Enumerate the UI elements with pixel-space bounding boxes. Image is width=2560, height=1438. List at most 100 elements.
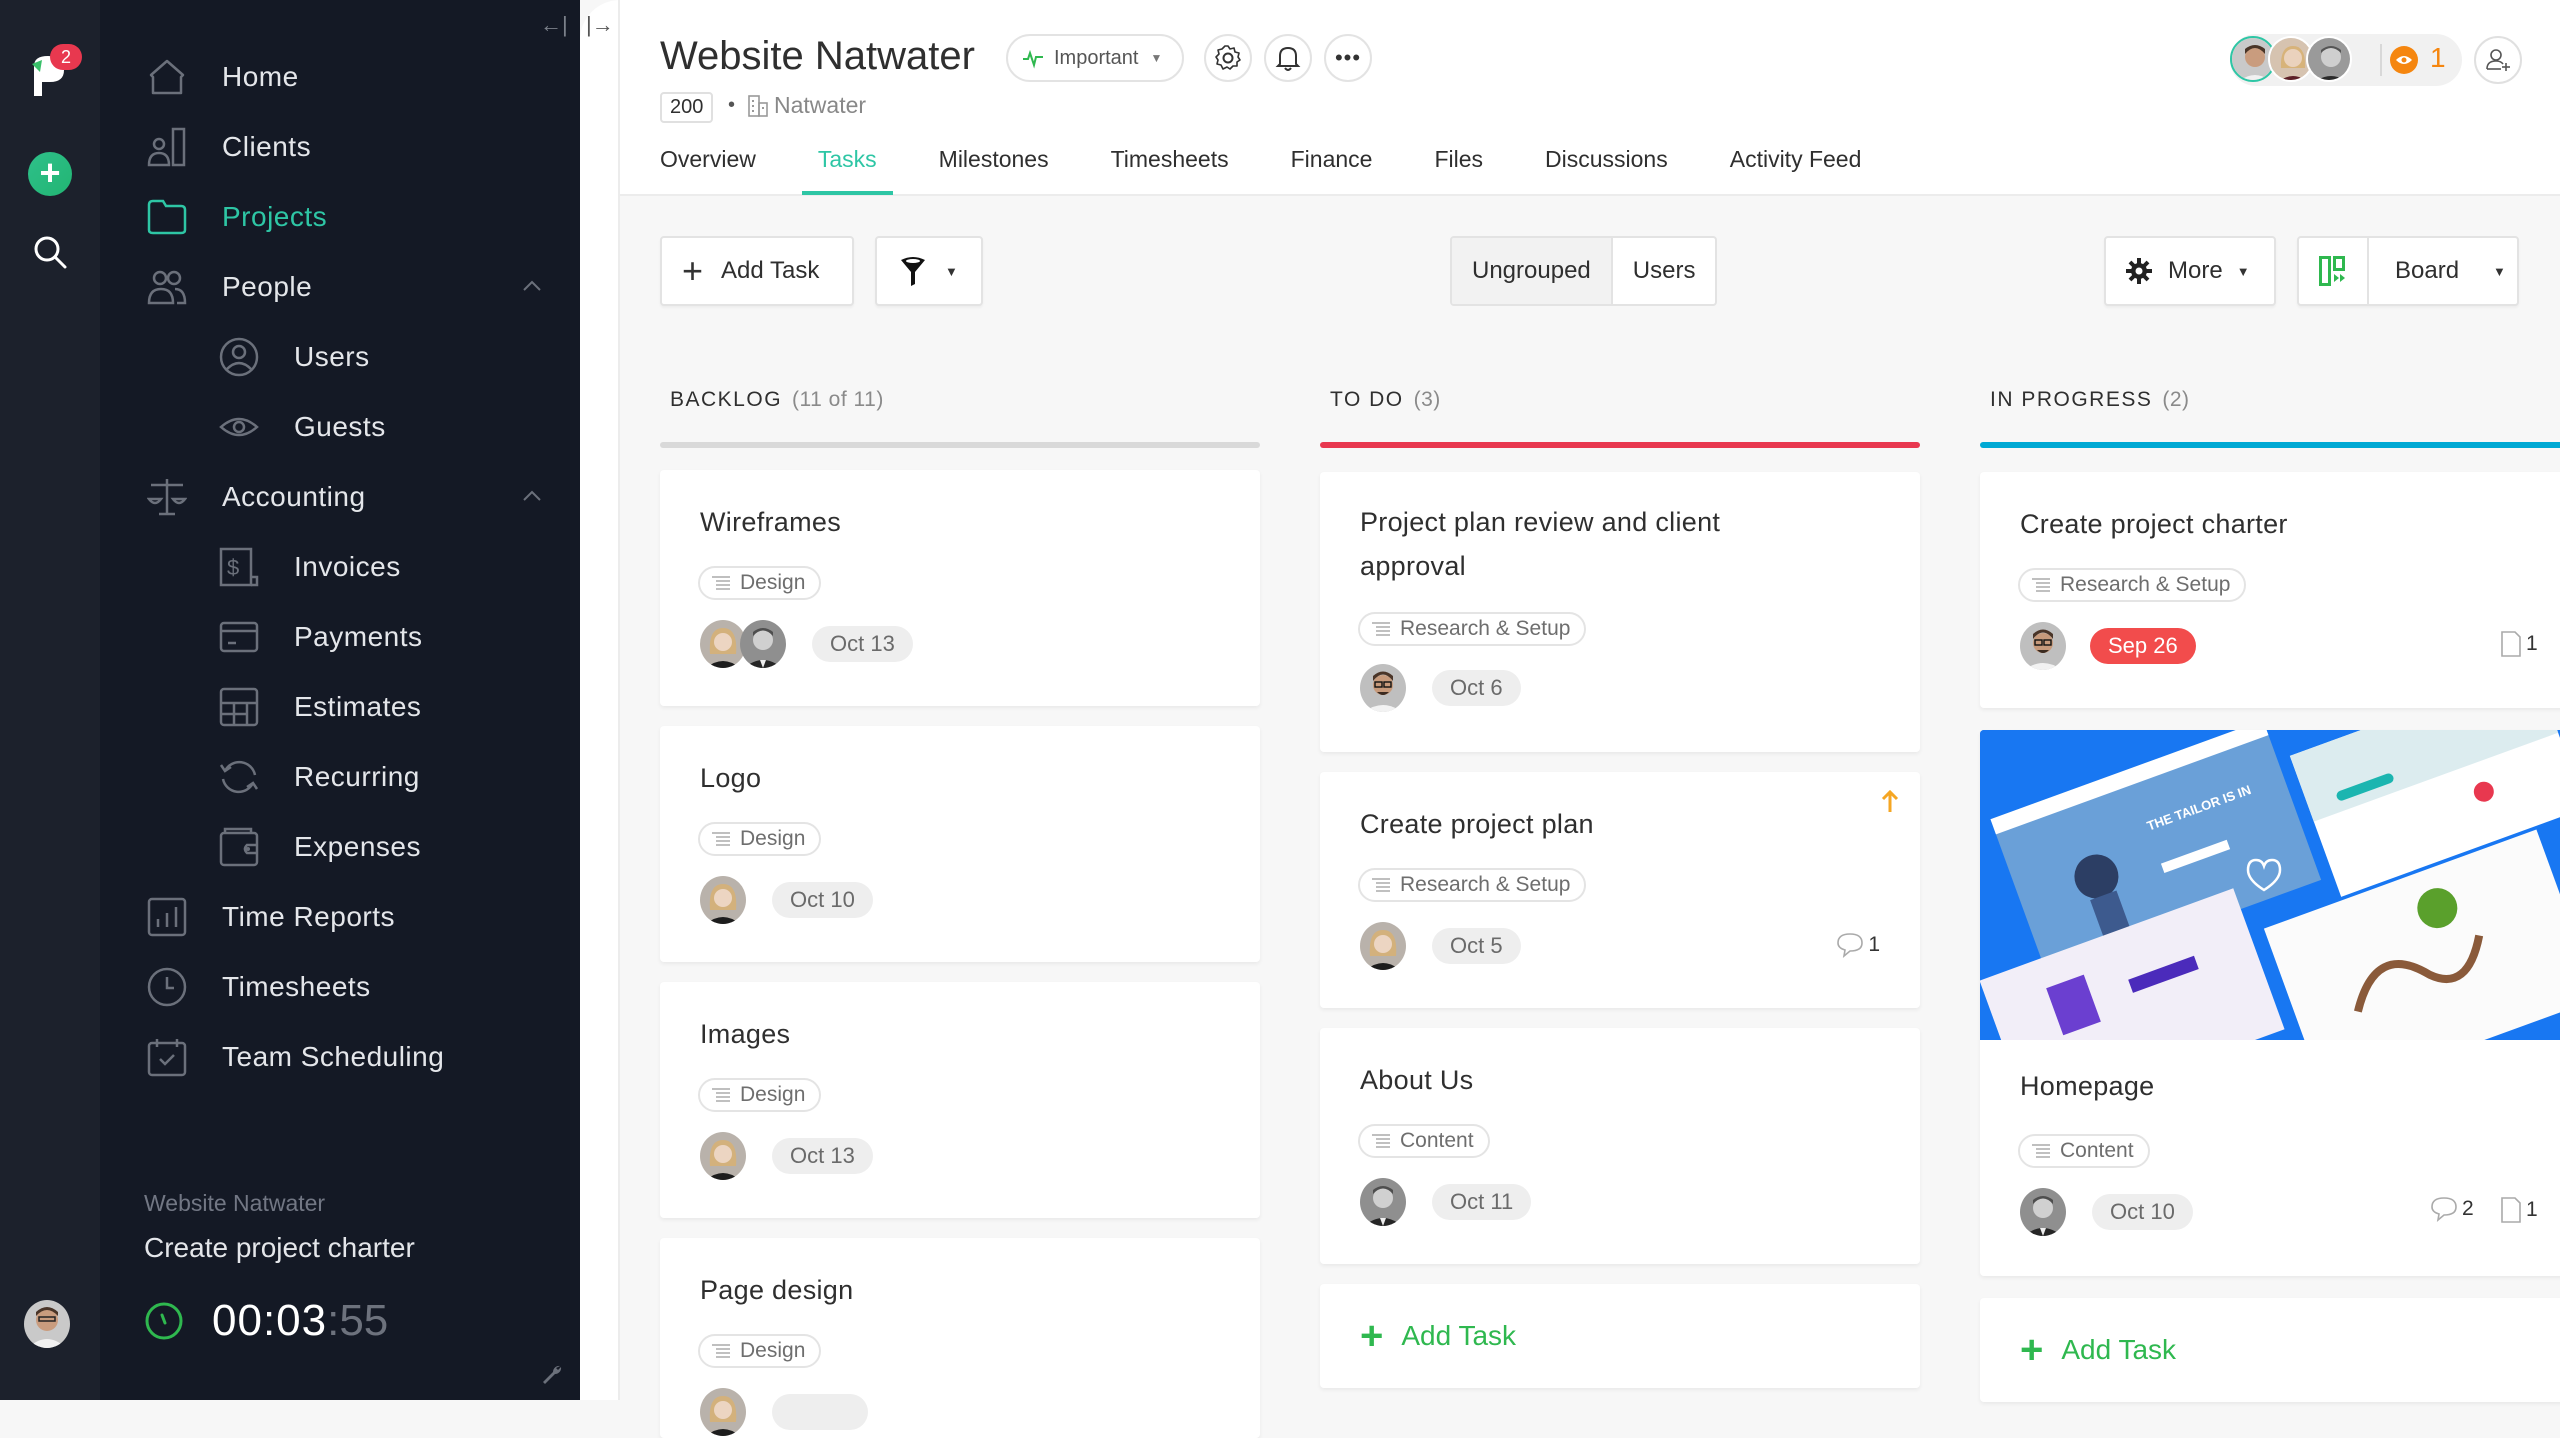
tab-activity-feed[interactable]: Activity Feed	[1730, 146, 1862, 187]
group-ungrouped[interactable]: Ungrouped	[1452, 238, 1613, 304]
chevron-up-icon[interactable]	[520, 274, 544, 298]
expand-sidebar-icon[interactable]: |→	[586, 12, 614, 38]
task-card[interactable]: Create project plan Research & Setup Oct…	[1320, 772, 1920, 1008]
task-list-tag[interactable]: Content	[1358, 1124, 1490, 1158]
due-date[interactable]: Oct 5	[1432, 928, 1521, 964]
current-user-avatar[interactable]	[24, 1300, 70, 1348]
task-cover-image[interactable]: THE TAILOR IS IN	[1980, 730, 2560, 1040]
due-date[interactable]: Oct 10	[2092, 1194, 2193, 1230]
wrench-icon[interactable]	[540, 1362, 564, 1386]
add-task-todo-button[interactable]: + Add Task	[1320, 1284, 1920, 1388]
tab-tasks[interactable]: Tasks	[801, 146, 893, 195]
due-date[interactable]: Oct 11	[1432, 1184, 1532, 1220]
assignee-avatar[interactable]	[700, 1388, 746, 1436]
assignee-avatar[interactable]	[740, 620, 786, 668]
sidebar-item-estimates[interactable]: Estimates	[218, 682, 421, 732]
task-title[interactable]: Create project plan	[1360, 802, 1594, 846]
tab-files[interactable]: Files	[1434, 146, 1483, 187]
task-list-tag[interactable]: Design	[698, 1334, 822, 1368]
assignee-avatar[interactable]	[700, 876, 746, 924]
task-list-tag[interactable]: Design	[698, 822, 822, 856]
task-card[interactable]: Project plan review and client approval …	[1320, 472, 1920, 752]
files-count[interactable]: 1	[2500, 630, 2538, 658]
task-card[interactable]: Page design Design	[660, 1238, 1260, 1438]
sidebar-item-time-reports[interactable]: Time Reports	[146, 892, 395, 942]
timer-project-name[interactable]: Website Natwater	[144, 1190, 325, 1217]
tab-timesheets[interactable]: Timesheets	[1111, 146, 1229, 187]
tab-milestones[interactable]: Milestones	[939, 146, 1049, 187]
sidebar-item-people[interactable]: People	[146, 262, 312, 312]
add-task-in-progress-button[interactable]: + Add Task	[1980, 1298, 2560, 1402]
sidebar-item-recurring[interactable]: Recurring	[218, 752, 420, 802]
search-icon[interactable]	[32, 234, 68, 270]
tab-discussions[interactable]: Discussions	[1545, 146, 1668, 187]
assignee-avatar[interactable]	[1360, 664, 1406, 712]
view-switcher[interactable]: Board ▼	[2297, 236, 2519, 306]
comments-count[interactable]: 2	[2430, 1196, 2474, 1222]
chevron-up-icon[interactable]	[520, 484, 544, 508]
due-date[interactable]: Oct 10	[772, 882, 873, 918]
due-date[interactable]: Oct 13	[812, 626, 913, 662]
sidebar-item-expenses[interactable]: Expenses	[218, 822, 421, 872]
sidebar-item-payments[interactable]: Payments	[218, 612, 423, 662]
comments-count[interactable]: 1	[1836, 932, 1880, 958]
client-link[interactable]: Natwater	[748, 92, 866, 119]
group-users[interactable]: Users	[1613, 238, 1716, 304]
notifications-button[interactable]	[1264, 34, 1312, 82]
tab-overview[interactable]: Overview	[660, 146, 756, 187]
sidebar-item-guests[interactable]: Guests	[218, 402, 386, 452]
settings-button[interactable]	[1204, 34, 1252, 82]
add-task-button[interactable]: + Add Task	[660, 236, 854, 306]
sidebar-item-home[interactable]: Home	[146, 52, 299, 102]
assignee-avatar[interactable]	[2020, 1188, 2066, 1236]
task-card[interactable]: THE TAILOR IS IN Homepage Content Oct 10…	[1980, 730, 2560, 1276]
task-list-tag[interactable]: Design	[698, 1078, 822, 1112]
due-date[interactable]	[772, 1394, 868, 1430]
task-title[interactable]: About Us	[1360, 1058, 1473, 1102]
sidebar-item-accounting[interactable]: Accounting	[146, 472, 366, 522]
sidebar-item-team-scheduling[interactable]: Team Scheduling	[146, 1032, 444, 1082]
task-card[interactable]: Create project charter Research & Setup …	[1980, 472, 2560, 708]
task-title[interactable]: Page design	[700, 1268, 853, 1312]
board-view-icon[interactable]	[2299, 238, 2369, 304]
more-options-button[interactable]: •••	[1324, 34, 1372, 82]
project-members[interactable]: 1	[2230, 34, 2462, 86]
task-title[interactable]: Wireframes	[700, 500, 841, 544]
quick-add-button[interactable]: +	[28, 152, 72, 196]
task-title[interactable]: Create project charter	[2020, 502, 2288, 546]
task-title[interactable]: Logo	[700, 756, 761, 800]
notification-badge[interactable]: 2	[50, 44, 82, 70]
task-list-tag[interactable]: Content	[2018, 1134, 2150, 1168]
task-card[interactable]: Wireframes Design Oct 13	[660, 470, 1260, 706]
task-list-tag[interactable]: Research & Setup	[2018, 568, 2247, 602]
sidebar-item-invoices[interactable]: $ Invoices	[218, 542, 401, 592]
files-count[interactable]: 1	[2500, 1196, 2538, 1224]
task-title[interactable]: Homepage	[2020, 1064, 2155, 1108]
due-date[interactable]: Oct 13	[772, 1138, 873, 1174]
assignee-avatar[interactable]	[700, 1132, 746, 1180]
task-list-tag[interactable]: Research & Setup	[1358, 868, 1587, 902]
assignee-avatar[interactable]	[2020, 622, 2066, 670]
task-title[interactable]: Project plan review and client approval	[1360, 500, 1800, 588]
sidebar-item-projects[interactable]: Projects	[146, 192, 327, 242]
avatar[interactable]	[2306, 36, 2352, 82]
task-card[interactable]: Images Design Oct 13	[660, 982, 1260, 1218]
task-list-tag[interactable]: Research & Setup	[1358, 612, 1587, 646]
task-list-tag[interactable]: Design	[698, 566, 822, 600]
task-title[interactable]: Images	[700, 1012, 790, 1056]
timer-stop-icon[interactable]	[144, 1301, 184, 1341]
timer-task-name[interactable]: Create project charter	[144, 1232, 415, 1264]
add-member-button[interactable]	[2474, 36, 2522, 84]
sidebar-item-users[interactable]: Users	[218, 332, 370, 382]
watchers-count[interactable]: 1	[2430, 42, 2446, 74]
assignee-avatar[interactable]	[1360, 922, 1406, 970]
due-date-overdue[interactable]: Sep 26	[2090, 628, 2196, 664]
sidebar-item-clients[interactable]: Clients	[146, 122, 311, 172]
task-card[interactable]: Logo Design Oct 10	[660, 726, 1260, 962]
assignee-avatar[interactable]	[1360, 1178, 1406, 1226]
filter-dropdown[interactable]: ▼	[875, 236, 983, 306]
task-card[interactable]: About Us Content Oct 11	[1320, 1028, 1920, 1264]
collapse-sidebar-icon[interactable]: ←|	[540, 12, 568, 38]
more-button[interactable]: More ▼	[2104, 236, 2276, 306]
status-dropdown[interactable]: Important ▼	[1006, 34, 1185, 82]
